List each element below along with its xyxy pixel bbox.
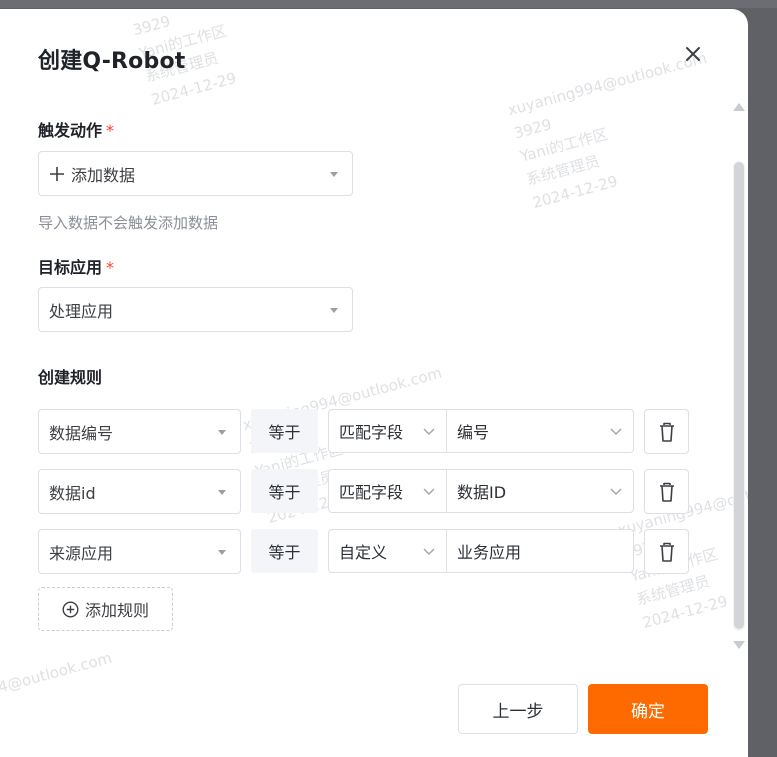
scroll-up-arrow-icon[interactable]	[733, 103, 745, 111]
caret-down-icon	[218, 489, 226, 495]
rule-value-select[interactable]: 数据ID	[447, 470, 633, 512]
trigger-hint: 导入数据不会触发添加数据	[38, 214, 219, 232]
caret-down-icon	[218, 429, 226, 435]
rule-value-input[interactable]: 业务应用	[447, 530, 633, 572]
delete-rule-button[interactable]	[644, 409, 689, 454]
close-icon[interactable]	[682, 43, 704, 65]
previous-step-button[interactable]: 上一步	[458, 684, 578, 734]
trash-icon	[659, 542, 674, 562]
chevron-down-icon	[423, 488, 435, 495]
trigger-label: 触发动作 *	[38, 121, 115, 140]
rule-match-type-select[interactable]: 匹配字段	[329, 410, 447, 452]
create-qrobot-dialog: 3929 Yani的工作区 系统管理员 2024-12-29 xuyaning9…	[0, 9, 748, 757]
caret-down-icon	[218, 549, 226, 555]
rule-match-type-value: 自定义	[339, 543, 388, 562]
chevron-down-icon	[610, 428, 622, 435]
trigger-add-label: 添加数据	[71, 165, 136, 185]
scrollbar-thumb[interactable]	[734, 162, 744, 629]
rule-value-group: 自定义 业务应用	[328, 529, 634, 573]
trigger-select[interactable]: 添加数据	[38, 151, 353, 196]
add-rule-label: 添加规则	[84, 601, 149, 620]
rule-field-select[interactable]: 来源应用	[38, 529, 241, 574]
rule-field-value: 数据id	[49, 483, 96, 503]
plus-icon	[49, 166, 65, 182]
rule-value-select[interactable]: 编号	[447, 410, 633, 452]
watermark: xuyaning994@outlook.com	[0, 648, 114, 720]
rule-value-group: 匹配字段 编号	[328, 409, 634, 453]
trash-icon	[659, 422, 674, 442]
scroll-down-arrow-icon[interactable]	[733, 641, 745, 649]
backdrop-top-strip	[0, 0, 777, 8]
delete-rule-button[interactable]	[644, 529, 689, 574]
rule-operator[interactable]: 等于	[251, 529, 318, 573]
plus-circle-icon	[62, 600, 79, 618]
target-app-select[interactable]: 处理应用	[38, 287, 353, 332]
caret-down-icon	[330, 171, 338, 177]
rule-field-select[interactable]: 数据编号	[38, 409, 241, 454]
rule-value: 编号	[457, 423, 490, 442]
rule-operator[interactable]: 等于	[251, 469, 318, 513]
delete-rule-button[interactable]	[644, 469, 689, 514]
rule-match-type-value: 匹配字段	[339, 423, 404, 442]
rule-match-type-value: 匹配字段	[339, 483, 404, 502]
rule-value-group: 匹配字段 数据ID	[328, 469, 634, 513]
rule-match-type-select[interactable]: 匹配字段	[329, 470, 447, 512]
add-rule-button[interactable]: 添加规则	[38, 587, 173, 631]
chevron-down-icon	[610, 488, 622, 495]
rules-label: 创建规则	[38, 368, 103, 387]
rule-field-select[interactable]: 数据id	[38, 469, 241, 514]
caret-down-icon	[330, 307, 338, 313]
required-mark: *	[106, 121, 115, 140]
target-label: 目标应用 *	[38, 258, 115, 277]
chevron-down-icon	[423, 548, 435, 555]
required-mark: *	[106, 258, 115, 277]
trash-icon	[659, 482, 674, 502]
rule-match-type-select[interactable]: 自定义	[329, 530, 447, 572]
dialog-title: 创建Q-Robot	[38, 49, 186, 74]
rule-field-value: 数据编号	[49, 423, 114, 443]
watermark: xuyaning994@outlook.com 3929 Yani的工作区 系统…	[505, 48, 709, 213]
chevron-down-icon	[423, 428, 435, 435]
rule-value: 数据ID	[457, 483, 507, 502]
rule-operator[interactable]: 等于	[251, 409, 318, 453]
rule-value: 业务应用	[457, 543, 522, 562]
confirm-button[interactable]: 确定	[588, 684, 708, 734]
target-app-value: 处理应用	[49, 301, 114, 321]
rule-field-value: 来源应用	[49, 543, 114, 563]
